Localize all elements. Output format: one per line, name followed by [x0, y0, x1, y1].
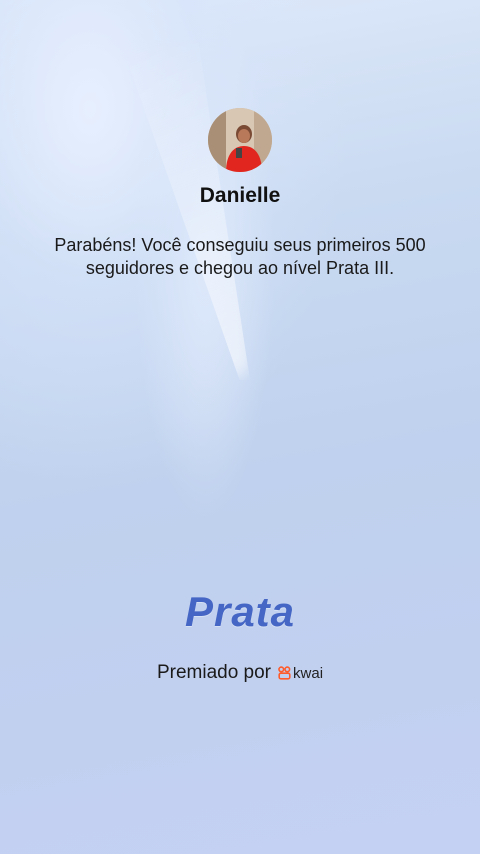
congratulations-message: Parabéns! Você conseguiu seus primeiros … [54, 235, 426, 278]
kwai-brand: kwai [278, 665, 323, 682]
level-title: Prata [184, 588, 296, 635]
background-light-ray [120, 40, 250, 380]
kwai-logo-icon [278, 666, 291, 680]
profile-name: Danielle [199, 184, 281, 207]
avatar[interactable] [208, 108, 272, 172]
kwai-brand-name: kwai [293, 664, 324, 682]
award-row: Premiado por kwai [0, 662, 480, 684]
award-label: Premiado por [156, 662, 272, 683]
